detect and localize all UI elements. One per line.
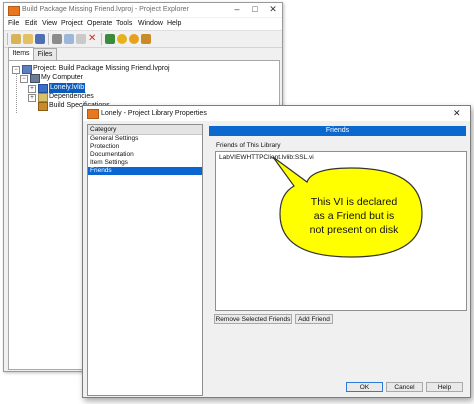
computer-icon: [30, 74, 40, 83]
category-friends[interactable]: Friends: [88, 167, 202, 175]
category-header: Category: [88, 125, 202, 135]
ok-button[interactable]: OK: [346, 382, 383, 392]
open-icon[interactable]: [23, 34, 33, 44]
menu-project[interactable]: Project: [61, 20, 83, 27]
annotation-callout: This VI is declared as a Friend but is n…: [272, 156, 430, 260]
menu-view[interactable]: View: [42, 20, 57, 27]
build-icon[interactable]: [105, 34, 115, 44]
tree-label-my-computer: My Computer: [41, 74, 84, 81]
new-project-icon[interactable]: [11, 34, 21, 44]
maximize-icon[interactable]: □: [246, 3, 264, 17]
tab-files[interactable]: Files: [33, 48, 57, 60]
library-icon: [38, 84, 48, 93]
friends-banner: Friends: [209, 126, 466, 136]
category-protection[interactable]: Protection: [88, 143, 202, 151]
explorer-menu-bar: File Edit View Project Operate Tools Win…: [4, 18, 282, 31]
minimize-icon[interactable]: –: [228, 3, 246, 17]
tree-guide-line: [16, 73, 18, 113]
toolbar-grip: [7, 33, 8, 45]
menu-tools[interactable]: Tools: [116, 20, 132, 27]
copy-icon[interactable]: [64, 34, 74, 44]
dialog-title: Lonely - Project Library Properties: [101, 110, 207, 117]
tab-items[interactable]: Items: [8, 47, 34, 60]
menu-window[interactable]: Window: [138, 20, 163, 27]
cancel-button[interactable]: Cancel: [386, 382, 423, 392]
friends-list-label: Friends of This Library: [216, 142, 281, 149]
labview-library-icon: [87, 109, 99, 119]
help-button[interactable]: Help: [426, 382, 463, 392]
remove-selected-friends-button[interactable]: Remove Selected Friends: [214, 314, 292, 324]
callout-shape: [272, 156, 423, 258]
menu-file[interactable]: File: [8, 20, 19, 27]
cut-icon[interactable]: [52, 34, 62, 44]
save-all-icon[interactable]: [35, 34, 45, 44]
dependencies-icon: [38, 93, 48, 102]
menu-operate[interactable]: Operate: [87, 20, 112, 27]
close-icon[interactable]: ✕: [453, 108, 461, 119]
dialog-title-bar: Lonely - Project Library Properties ✕: [83, 106, 470, 121]
menu-edit[interactable]: Edit: [25, 20, 37, 27]
category-general-settings[interactable]: General Settings: [88, 135, 202, 143]
category-list: Category General Settings Protection Doc…: [87, 124, 203, 396]
toolbar-separator: [101, 33, 102, 45]
labview-project-icon: [8, 6, 20, 16]
category-documentation[interactable]: Documentation: [88, 151, 202, 159]
build-specifications-icon: [38, 102, 48, 111]
target-icon[interactable]: [117, 34, 127, 44]
wrench-icon[interactable]: [141, 34, 151, 44]
expand-icon[interactable]: +: [28, 85, 36, 93]
collapse-icon[interactable]: −: [20, 75, 28, 83]
explorer-title-bar: Build Package Missing Friend.lvproj - Pr…: [4, 3, 282, 17]
close-icon[interactable]: ✕: [264, 3, 282, 17]
add-friend-button[interactable]: Add Friend: [295, 314, 333, 324]
menu-help[interactable]: Help: [167, 20, 181, 27]
delete-icon[interactable]: ✕: [88, 33, 98, 45]
callout-bubble: [272, 156, 423, 258]
paste-icon[interactable]: [76, 34, 86, 44]
target-settings-icon[interactable]: [129, 34, 139, 44]
toolbar-separator: [48, 33, 49, 45]
expand-icon[interactable]: +: [28, 94, 36, 102]
project-icon: [22, 65, 32, 74]
explorer-title: Build Package Missing Friend.lvproj - Pr…: [22, 6, 189, 13]
explorer-toolbar: ✕: [4, 31, 282, 48]
category-item-settings[interactable]: Item Settings: [88, 159, 202, 167]
